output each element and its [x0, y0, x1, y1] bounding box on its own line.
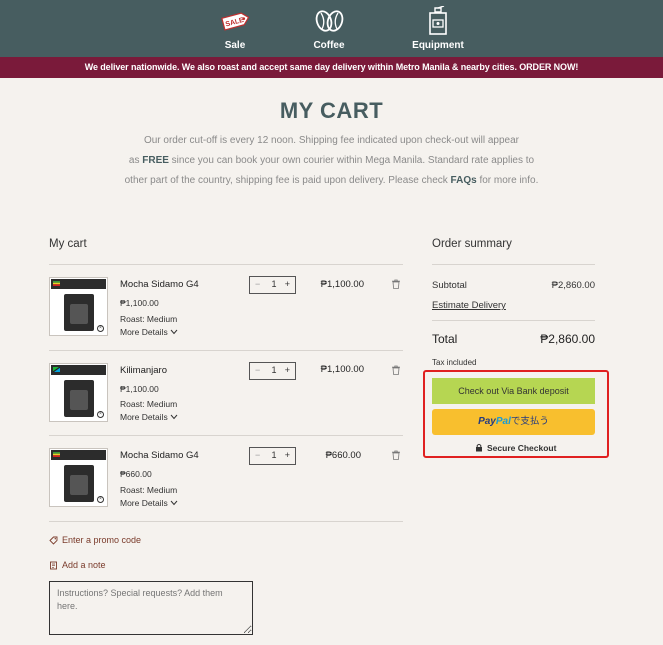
quantity-value[interactable]: 1 — [270, 279, 278, 289]
note-textarea[interactable] — [49, 581, 253, 635]
more-details-link[interactable]: More Details — [120, 412, 178, 422]
secure-checkout: Secure Checkout — [475, 443, 556, 453]
bank-deposit-checkout-button[interactable]: Check out Via Bank deposit — [432, 378, 595, 404]
ethiopia-flag-icon — [53, 281, 60, 286]
intro-line-1: Our order cut-off is every 12 noon. Ship… — [143, 135, 520, 146]
ethiopia-flag-icon — [53, 452, 60, 457]
decrement-button[interactable]: − — [255, 365, 260, 375]
secure-checkout-label: Secure Checkout — [487, 443, 557, 453]
cart-title: My cart — [49, 238, 87, 250]
chevron-down-icon — [170, 500, 178, 506]
coffee-bag-image — [64, 380, 94, 417]
item-unit-price: ₱660.00 — [120, 469, 152, 479]
trash-icon[interactable] — [391, 365, 401, 375]
free-emphasis: FREE — [142, 155, 169, 166]
item-line-total: ₱1,100.00 — [320, 364, 364, 375]
coffee-bag-image — [64, 294, 94, 331]
increment-button[interactable]: + — [285, 365, 290, 375]
more-details-label: More Details — [120, 498, 168, 508]
sale-tag-icon: SALE — [221, 12, 250, 31]
coffee-bag-image — [64, 465, 94, 502]
cart-bottom-divider — [49, 521, 403, 522]
item-roast: Roast: Medium — [120, 314, 178, 324]
add-note-link[interactable]: Add a note — [49, 560, 106, 570]
nav-item-sale[interactable]: SALE Sale — [195, 0, 275, 57]
intro-text-part: for more info. — [476, 175, 539, 186]
decrement-button[interactable]: − — [255, 279, 260, 289]
total-value: ₱2,860.00 — [540, 332, 595, 346]
item-unit-price: ₱1,100.00 — [120, 384, 159, 394]
nav-label-sale: Sale — [224, 40, 246, 51]
item-roast: Roast: Medium — [120, 485, 178, 495]
nav-item-coffee[interactable]: Coffee — [289, 0, 369, 57]
summary-divider — [432, 320, 595, 321]
nav-label-equipment: Equipment — [412, 40, 464, 51]
order-summary-title: Order summary — [432, 238, 512, 250]
more-details-link[interactable]: More Details — [120, 498, 178, 508]
more-details-label: More Details — [120, 412, 168, 422]
summary-divider — [432, 264, 595, 265]
intro-text: Our order cut-off is every 12 noon. Ship… — [110, 131, 553, 191]
quantity-stepper[interactable]: − 1 + — [249, 276, 296, 294]
intro-text-part: since you can book your own courier with… — [168, 155, 535, 166]
item-divider — [49, 435, 403, 436]
product-image[interactable]: × — [49, 448, 108, 507]
subtotal-value: ₱2,860.00 — [551, 280, 595, 291]
trash-icon[interactable] — [391, 450, 401, 460]
note-icon — [50, 561, 57, 570]
paypal-logo-pay: Pay — [478, 416, 496, 427]
cart-divider — [49, 264, 403, 265]
page-title: MY CART — [279, 98, 384, 123]
remove-image-icon: × — [97, 325, 104, 332]
quantity-stepper[interactable]: − 1 + — [249, 447, 296, 465]
faqs-link[interactable]: FAQs — [451, 175, 477, 186]
paypal-pay-text: で支払う — [510, 416, 549, 427]
coffee-beans-icon — [315, 10, 344, 32]
intro-text-part: as — [128, 155, 143, 166]
intro-line-3: other part of the country, shipping fee … — [110, 171, 553, 191]
chevron-down-icon — [170, 414, 178, 420]
quantity-value[interactable]: 1 — [270, 365, 278, 375]
paypal-logo-pal: Pal — [495, 416, 511, 427]
add-note-label: Add a note — [62, 560, 106, 570]
chevron-down-icon — [170, 329, 178, 335]
tanzania-flag-icon — [53, 367, 60, 372]
paypal-checkout-button[interactable]: PayPalで支払う — [432, 409, 595, 435]
more-details-label: More Details — [120, 327, 168, 337]
intro-line-2: as FREE since you can book your own cour… — [110, 151, 553, 171]
product-image[interactable]: × — [49, 363, 108, 422]
remove-image-icon: × — [97, 496, 104, 503]
item-name[interactable]: Mocha Sidamo G4 — [120, 279, 199, 290]
subtotal-label: Subtotal — [432, 280, 467, 291]
promo-code-link[interactable]: Enter a promo code — [49, 535, 141, 545]
item-name[interactable]: Mocha Sidamo G4 — [120, 450, 199, 461]
trash-icon[interactable] — [391, 279, 401, 289]
increment-button[interactable]: + — [285, 279, 290, 289]
nav-item-equipment[interactable]: Equipment — [398, 0, 478, 57]
tax-note: Tax included — [432, 358, 477, 367]
quantity-stepper[interactable]: − 1 + — [249, 362, 296, 380]
item-line-total: ₱660.00 — [325, 450, 361, 461]
remove-image-icon: × — [97, 411, 104, 418]
item-divider — [49, 350, 403, 351]
quantity-value[interactable]: 1 — [270, 450, 278, 460]
item-line-total: ₱1,100.00 — [320, 279, 364, 290]
increment-button[interactable]: + — [285, 450, 290, 460]
item-roast: Roast: Medium — [120, 399, 178, 409]
total-label: Total — [432, 332, 458, 346]
more-details-link[interactable]: More Details — [120, 327, 178, 337]
promo-code-label: Enter a promo code — [62, 535, 142, 545]
lock-icon — [476, 443, 482, 452]
tag-icon — [49, 536, 58, 545]
product-image[interactable]: × — [49, 277, 108, 336]
nav-label-coffee: Coffee — [313, 40, 345, 51]
grinder-icon — [429, 6, 447, 35]
intro-text-part: other part of the country, shipping fee … — [124, 175, 451, 186]
estimate-delivery-link[interactable]: Estimate Delivery — [432, 300, 506, 311]
item-name[interactable]: Kilimanjaro — [120, 365, 167, 376]
item-unit-price: ₱1,100.00 — [120, 298, 159, 308]
top-nav: SALE Sale Coffee Equipment — [0, 0, 663, 57]
announcement-banner[interactable]: We deliver nationwide. We also roast and… — [0, 57, 663, 78]
decrement-button[interactable]: − — [255, 450, 260, 460]
